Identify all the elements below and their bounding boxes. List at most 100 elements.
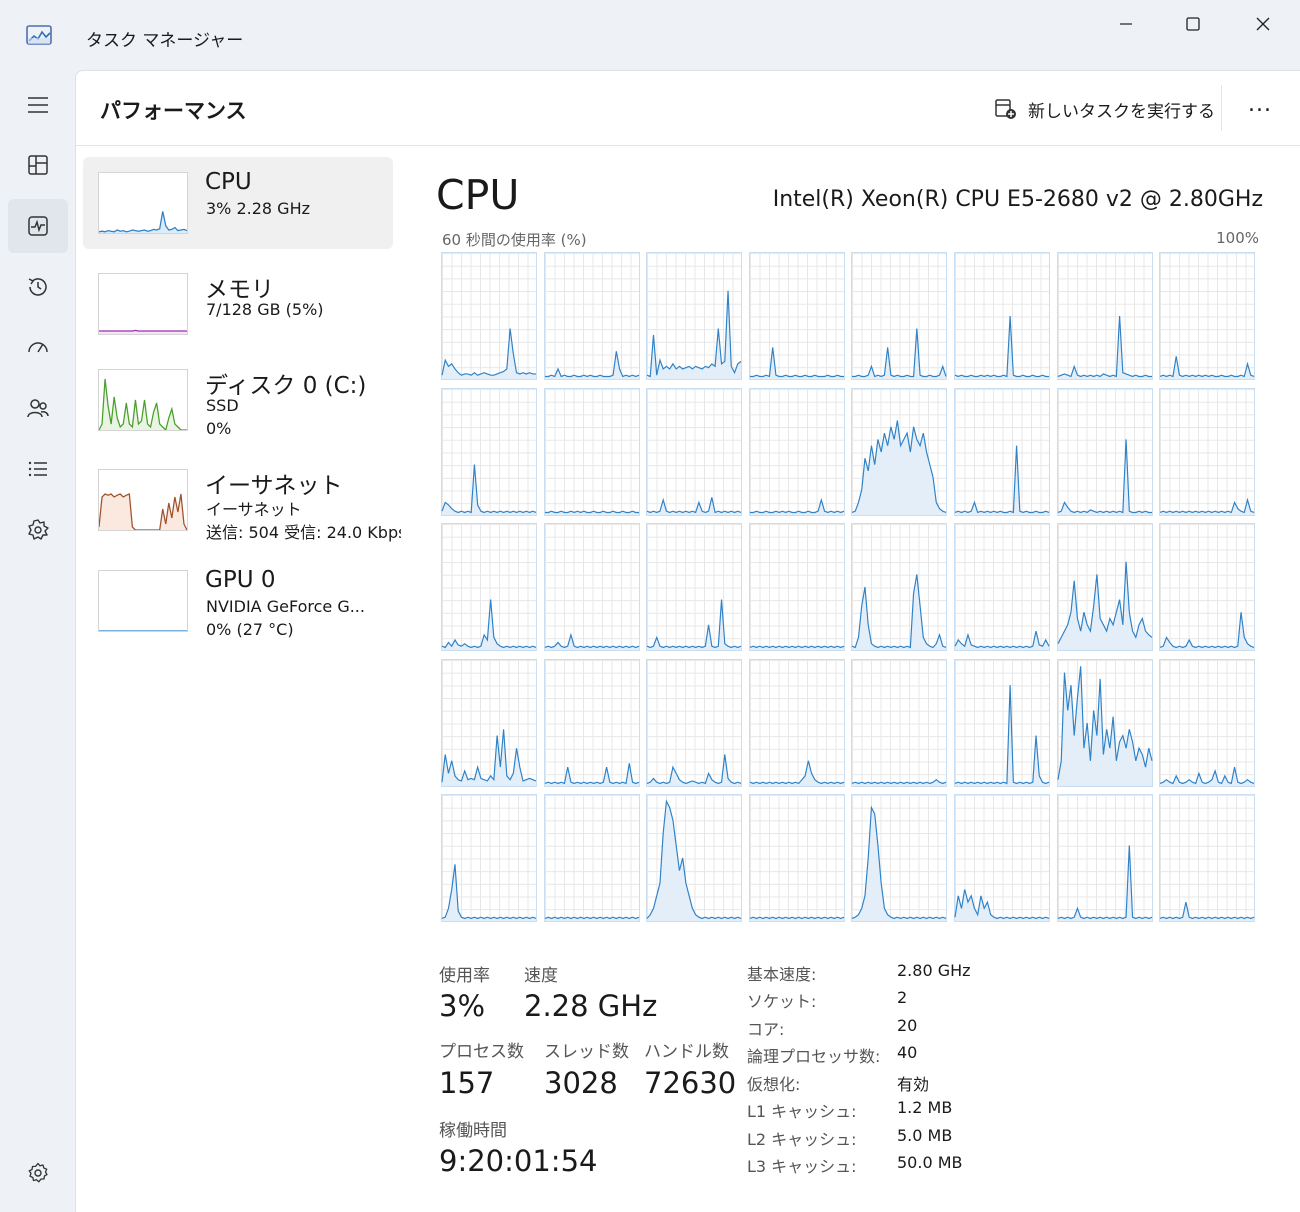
usage-area <box>955 684 1049 786</box>
usage-line <box>749 347 844 378</box>
new-task-icon <box>995 99 1016 119</box>
logical-processor-graph <box>1159 658 1256 787</box>
logical-processor-graph <box>1056 523 1153 651</box>
title-bar: タスク マネージャー <box>0 0 1300 70</box>
usage-line <box>954 315 1049 378</box>
usage-area <box>544 351 639 379</box>
processor-usage-chart <box>646 290 742 379</box>
nav-users[interactable] <box>8 381 68 435</box>
logical-processor-graph <box>441 658 537 787</box>
logical-processor-graph <box>543 252 640 380</box>
logical-processor-graph <box>543 523 640 651</box>
cpu-title: CPU <box>436 171 520 219</box>
sockets-label: ソケット: <box>747 992 817 1011</box>
logical-processor-graph <box>1056 387 1153 516</box>
cores-label: コア: <box>747 1020 785 1039</box>
device-memory[interactable]: メモリ 7/128 GB (5%) <box>83 258 393 350</box>
logical-processor-graph <box>441 794 537 922</box>
processor-usage-chart <box>544 510 639 515</box>
processor-usage-chart <box>544 351 639 379</box>
usage-line <box>749 497 845 513</box>
processor-usage-chart <box>954 445 1050 515</box>
startup-gauge-icon <box>28 342 48 353</box>
processor-usage-chart <box>852 419 947 515</box>
logical-processor-graph <box>646 658 743 787</box>
nav-details[interactable] <box>8 442 68 496</box>
logical-processor-graph <box>748 387 845 516</box>
usage-area <box>852 574 947 650</box>
logical-processor-graph <box>646 252 743 380</box>
task-manager-app-icon <box>26 24 54 48</box>
nav-app-history[interactable] <box>8 260 68 314</box>
logical-processor-graph <box>1159 523 1256 651</box>
logical-processor-graph <box>748 252 845 380</box>
logical-processor-graph <box>748 523 845 651</box>
processor-usage-chart <box>1159 356 1255 379</box>
usage-line <box>441 728 537 782</box>
app-title: タスク マネージャー <box>86 31 244 51</box>
usage-line <box>1159 497 1255 513</box>
nav-services[interactable] <box>8 503 68 557</box>
logical-processor-graph <box>851 658 948 787</box>
processor-usage-chart <box>646 496 742 515</box>
usage-area <box>544 634 639 650</box>
logical-processor-graph <box>954 523 1050 651</box>
maximize-icon <box>1186 17 1200 31</box>
cores-value: 20 <box>897 1016 918 1035</box>
nav-performance[interactable] <box>8 199 68 253</box>
minimize-button[interactable] <box>1103 8 1149 40</box>
processor-usage-chart <box>544 916 639 921</box>
logical-processor-graph <box>543 794 640 922</box>
device-detail-1: SSD <box>206 396 239 415</box>
usage-line <box>1159 766 1255 784</box>
usage-line <box>749 645 845 649</box>
processor-usage-chart <box>441 728 537 786</box>
usage-line <box>441 464 537 513</box>
nav-settings[interactable] <box>8 1146 68 1200</box>
usage-line <box>99 211 187 233</box>
run-new-task-button[interactable]: 新しいタスクを実行する <box>994 93 1215 125</box>
device-detail-2: 送信: 504 受信: 24.0 Kbps <box>206 523 401 542</box>
processor-usage-chart <box>954 315 1049 379</box>
device-gpu[interactable]: GPU 0 NVIDIA GeForce G... 0% (27 °C) <box>83 555 393 647</box>
maximize-button[interactable] <box>1170 8 1216 40</box>
usage-line <box>1057 845 1152 920</box>
processes-icon <box>28 155 48 175</box>
users-icon <box>27 399 49 418</box>
settings-gear-icon <box>28 1162 48 1183</box>
usage-area <box>955 316 1049 379</box>
more-options-button[interactable]: ... <box>1242 94 1278 123</box>
l3-cache-label: L3 キャッシュ: <box>747 1157 857 1176</box>
processor-usage-chart <box>1159 612 1255 650</box>
run-new-task-label: 新しいタスクを実行する <box>1028 101 1215 122</box>
hamburger-menu-button[interactable] <box>8 78 68 132</box>
processor-usage-chart <box>1159 901 1255 921</box>
nav-startup-apps[interactable] <box>8 320 68 374</box>
graph-time-label: 60 秒間の使用率 (%) <box>442 231 587 249</box>
logical-processor-graph <box>1056 658 1153 787</box>
usage-line <box>852 328 947 378</box>
header-separator <box>1221 85 1222 131</box>
logical-processor-graph <box>441 387 537 516</box>
device-ethernet[interactable]: イーサネット イーサネット 送信: 504 受信: 24.0 Kbps <box>83 454 401 546</box>
details-list-icon <box>28 461 47 477</box>
usage-line <box>749 760 845 784</box>
logical-processor-graph <box>954 794 1050 922</box>
usage-area <box>955 445 1049 515</box>
usage-line <box>954 445 1050 513</box>
close-button[interactable] <box>1240 8 1286 40</box>
logical-processor-graph <box>954 658 1050 787</box>
device-thumbnail-graph <box>98 172 188 234</box>
minimize-icon <box>1120 23 1132 25</box>
uptime-value: 9:20:01:54 <box>439 1144 598 1178</box>
device-cpu[interactable]: CPU 3% 2.28 GHz <box>83 157 393 249</box>
device-thumbnail-graph <box>98 369 188 431</box>
processor-usage-chart <box>1057 561 1152 650</box>
device-thumbnail-graph <box>98 469 188 531</box>
nav-rail <box>0 70 75 1212</box>
logical-processor-graph <box>1056 794 1153 922</box>
usage-line <box>544 510 639 513</box>
usage-area <box>955 889 1049 921</box>
nav-processes[interactable] <box>8 138 68 192</box>
device-disk[interactable]: ディスク 0 (C:) SSD 0% <box>83 354 393 446</box>
